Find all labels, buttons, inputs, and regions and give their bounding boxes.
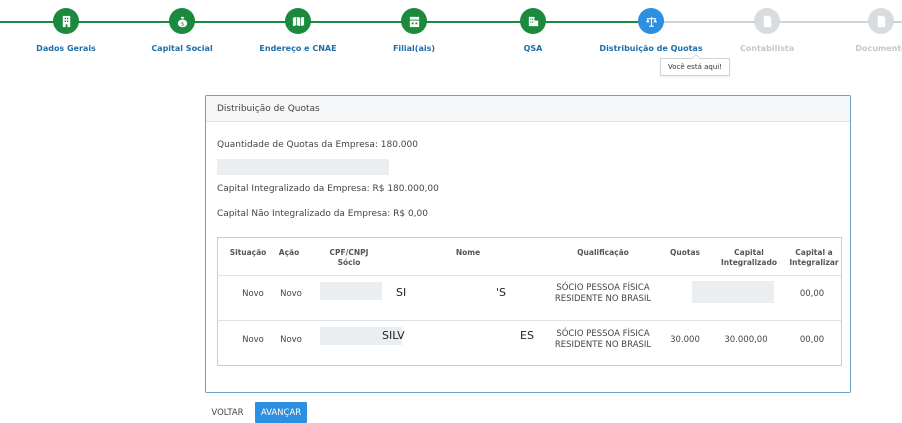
- cell-qualificacao: SÓCIO PESSOA FÍSICA RESIDENTE NO BRASIL: [554, 283, 652, 304]
- header-acao: Ação: [278, 248, 300, 257]
- step-qsa[interactable]: QSA: [473, 0, 593, 53]
- cell-nome-end: ES: [520, 329, 534, 342]
- header-situacao: Situação: [229, 248, 267, 257]
- header-cpf-cnpj: CPF/CNPJ Sócio: [329, 248, 369, 267]
- document-icon: [754, 8, 780, 34]
- panel-title: Distribuição de Quotas: [206, 96, 850, 122]
- cell-situacao: Novo: [242, 289, 264, 299]
- step-dados-gerais[interactable]: Dados Gerais: [6, 0, 126, 53]
- people-icon: [520, 8, 546, 34]
- header-nome: Nome: [455, 248, 481, 257]
- current-step-tooltip: Você está aqui!: [660, 54, 730, 76]
- step-label: Distribuição de Quotas: [599, 44, 703, 53]
- step-distribuicao-quotas[interactable]: Distribuição de Quotas: [591, 0, 711, 53]
- step-capital-social[interactable]: $ Capital Social: [122, 0, 242, 53]
- cell-acao: Novo: [280, 335, 302, 345]
- capital-integralizado-text: Capital Integralizado da Empresa: R$ 180…: [217, 184, 439, 194]
- document-icon: [868, 8, 894, 34]
- store-icon: [401, 8, 427, 34]
- step-label: Contabilista: [739, 44, 795, 53]
- money-bag-icon: $: [169, 8, 195, 34]
- svg-text:$: $: [180, 21, 184, 27]
- step-label: Capital Social: [151, 44, 213, 53]
- map-icon: [285, 8, 311, 34]
- step-filiais[interactable]: Filial(ais): [354, 0, 474, 53]
- capital-nao-integralizado-text: Capital Não Integralizado da Empresa: R$…: [217, 209, 428, 219]
- scale-icon: [638, 8, 664, 34]
- header-qualificacao: Qualificação: [577, 248, 629, 257]
- cell-qualificacao: SÓCIO PESSOA FÍSICA RESIDENTE NO BRASIL: [554, 329, 652, 350]
- cell-acao: Novo: [280, 289, 302, 299]
- step-label: Dados Gerais: [36, 44, 96, 53]
- cell-quotas: 30.000: [670, 335, 700, 345]
- cell-capital-integralizado: 30.000,00: [724, 335, 768, 345]
- redacted-field: [217, 159, 389, 175]
- socios-table: Situação Ação CPF/CNPJ Sócio Nome Qualif…: [217, 237, 842, 366]
- cell-nome-end: 'S: [496, 286, 507, 299]
- step-label: QSA: [523, 44, 543, 53]
- progress-stepper: Dados Gerais $ Capital Social Endereço e…: [0, 0, 902, 60]
- step-endereco-cnae[interactable]: Endereço e CNAE: [238, 0, 358, 53]
- cell-capital-a-integralizar: 00,00: [799, 289, 825, 299]
- cell-nome-start: SILV: [382, 329, 405, 342]
- header-capital-a-integralizar: Capital a Integralizar: [789, 248, 839, 267]
- step-label: Filial(ais): [392, 44, 436, 53]
- step-contabilista[interactable]: Contabilista: [707, 0, 827, 53]
- cell-nome-start: SI: [396, 286, 407, 299]
- building-icon: [53, 8, 79, 34]
- header-quotas: Quotas: [670, 248, 700, 257]
- voltar-button[interactable]: VOLTAR: [205, 402, 250, 423]
- row-divider: [218, 320, 841, 321]
- step-label: Documento: [855, 44, 902, 53]
- step-label: Endereço e CNAE: [259, 44, 337, 53]
- redacted-quotas-capital: [692, 281, 774, 303]
- distribuicao-quotas-panel: Distribuição de Quotas Quantidade de Quo…: [205, 95, 851, 393]
- header-divider: [218, 275, 841, 276]
- header-capital-integralizado: Capital Integralizado: [720, 248, 778, 267]
- cell-situacao: Novo: [242, 335, 264, 345]
- redacted-cpf: [320, 282, 382, 300]
- step-documento[interactable]: Documento: [821, 0, 902, 53]
- cell-capital-a-integralizar: 00,00: [799, 335, 825, 345]
- quantidade-quotas-text: Quantidade de Quotas da Empresa: 180.000: [217, 140, 418, 150]
- avancar-button[interactable]: AVANÇAR: [255, 402, 307, 423]
